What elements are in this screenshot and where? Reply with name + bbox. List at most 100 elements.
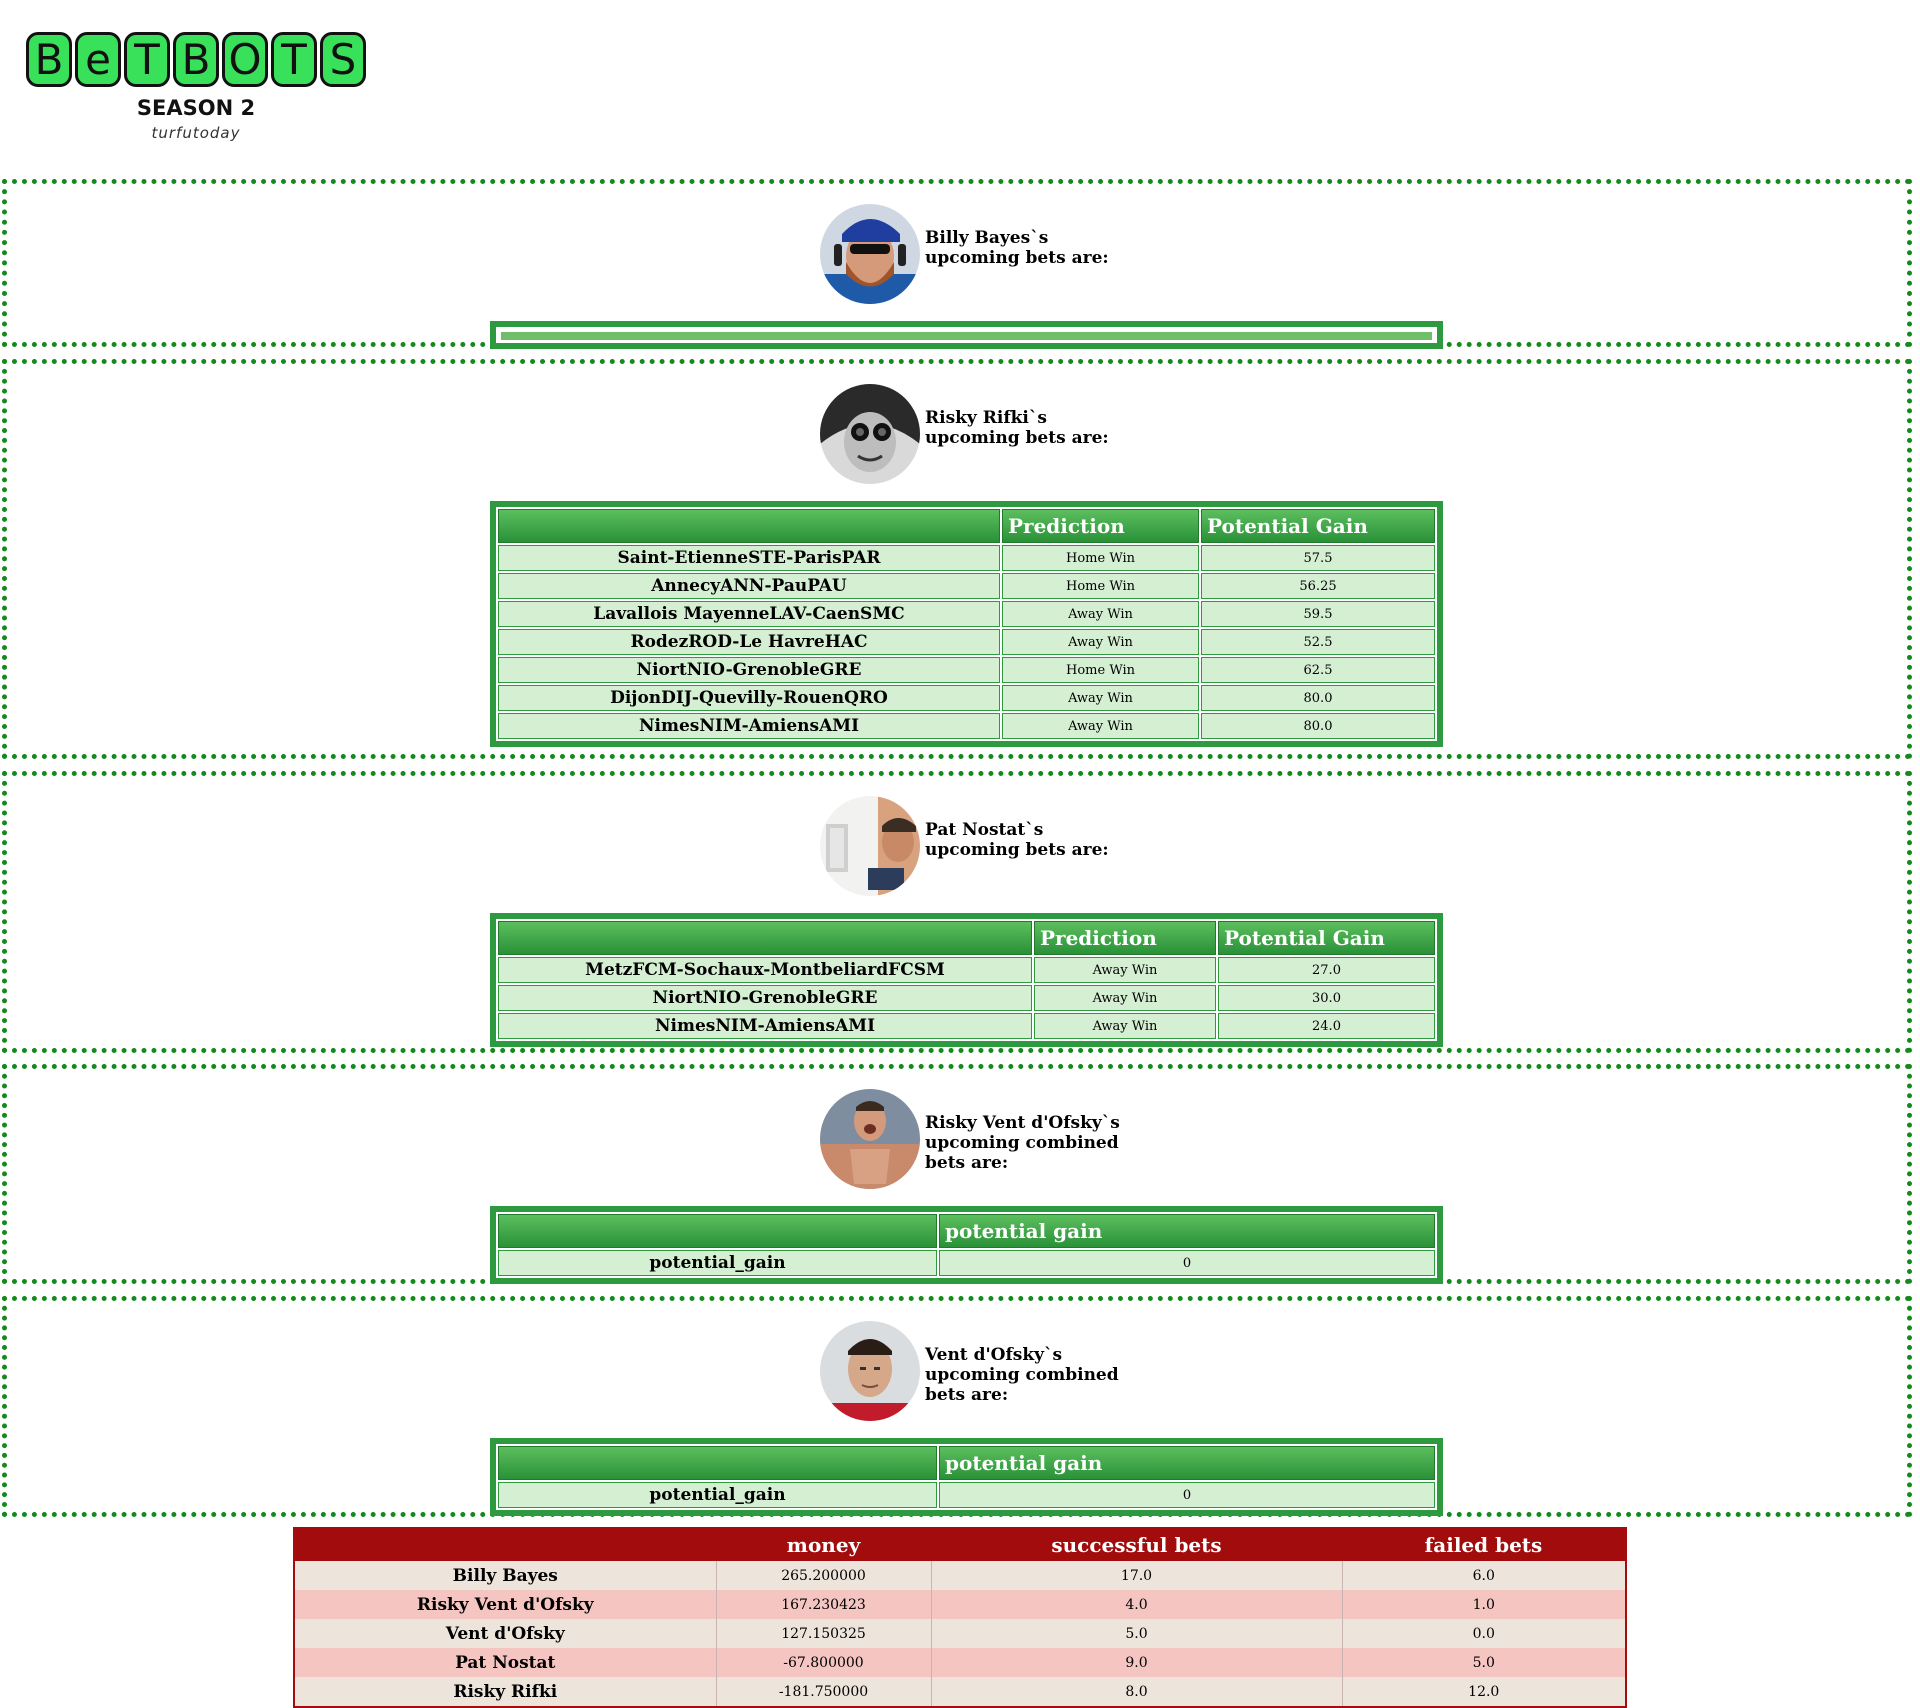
- table-row: RodezROD-Le HavreHAC Away Win 52.5: [498, 629, 1435, 655]
- gain-cell: 56.25: [1201, 573, 1435, 599]
- prediction-cell: Away Win: [1034, 957, 1216, 983]
- table-row: AnnecyANN-PauPAU Home Win 56.25: [498, 573, 1435, 599]
- table-row: MetzFCM-Sochaux-MontbeliardFCSM Away Win…: [498, 957, 1435, 983]
- leaderboard-row: Risky Rifki -181.750000 8.0 12.0: [295, 1677, 1625, 1706]
- money-cell: 265.200000: [715, 1561, 931, 1590]
- match-cell: DijonDIJ-Quevilly-RouenQRO: [498, 685, 1000, 711]
- money-cell: 167.230423: [715, 1590, 931, 1619]
- bot-avatar: [820, 204, 920, 304]
- match-cell: RodezROD-Le HavreHAC: [498, 629, 1000, 655]
- leaderboard-row: Risky Vent d'Ofsky 167.230423 4.0 1.0: [295, 1590, 1625, 1619]
- gain-cell: 80.0: [1201, 713, 1435, 739]
- bot-heading: Vent d'Ofsky`s upcoming combined bets ar…: [925, 1345, 1119, 1405]
- column-header-match: [498, 509, 1000, 543]
- successful-bets-cell: 17.0: [930, 1561, 1342, 1590]
- column-header-successful-bets: successful bets: [931, 1529, 1342, 1561]
- table-row: NiortNIO-GrenobleGRE Away Win 30.0: [498, 985, 1435, 1011]
- match-cell: NimesNIM-AmiensAMI: [498, 713, 1000, 739]
- prediction-cell: Home Win: [1002, 573, 1199, 599]
- bot-heading: Pat Nostat`s upcoming bets are:: [925, 820, 1109, 860]
- bot-section-risky-vent-dofsky: Risky Vent d'Ofsky`s upcoming combined b…: [2, 1064, 1912, 1284]
- logo-letter: B: [173, 32, 219, 87]
- gain-cell: 57.5: [1201, 545, 1435, 571]
- bot-avatar: [820, 1089, 920, 1189]
- column-header-potential-gain: Potential Gain: [1218, 921, 1435, 955]
- bets-table: Prediction Potential Gain Saint-EtienneS…: [490, 501, 1443, 747]
- leaderboard-row: Billy Bayes 265.200000 17.0 6.0: [295, 1561, 1625, 1590]
- gain-cell: 24.0: [1218, 1013, 1435, 1039]
- money-cell: -181.750000: [715, 1677, 931, 1706]
- column-header-potential-gain: Potential Gain: [1201, 509, 1435, 543]
- bets-table-grid: Prediction Potential Gain MetzFCM-Sochau…: [496, 919, 1437, 1041]
- bot-section-vent-dofsky: Vent d'Ofsky`s upcoming combined bets ar…: [2, 1296, 1912, 1517]
- avatar-image: [820, 204, 920, 304]
- column-header-label: [498, 1214, 937, 1248]
- match-cell: MetzFCM-Sochaux-MontbeliardFCSM: [498, 957, 1032, 983]
- table-row: potential_gain 0: [498, 1482, 1435, 1508]
- money-cell: -67.800000: [715, 1648, 931, 1677]
- logo-letters: B e T B O T S: [26, 32, 366, 87]
- table-row: Lavallois MayenneLAV-CaenSMC Away Win 59…: [498, 601, 1435, 627]
- prediction-cell: Away Win: [1034, 985, 1216, 1011]
- bot-heading: Risky Rifki`s upcoming bets are:: [925, 408, 1109, 448]
- bets-table: Prediction Potential Gain MetzFCM-Sochau…: [490, 913, 1443, 1047]
- prediction-cell: Away Win: [1002, 713, 1199, 739]
- column-header-failed-bets: failed bets: [1342, 1529, 1625, 1561]
- leaderboard-table: money successful bets failed bets Billy …: [295, 1529, 1625, 1706]
- logo-letter: S: [320, 32, 366, 87]
- bot-avatar: [820, 384, 920, 484]
- bot-name-cell: Vent d'Ofsky: [295, 1619, 716, 1648]
- avatar-image: [820, 1321, 920, 1421]
- column-header-prediction: Prediction: [1002, 509, 1199, 543]
- gain-cell: 52.5: [1201, 629, 1435, 655]
- label-cell: potential_gain: [498, 1482, 937, 1508]
- gain-cell: 80.0: [1201, 685, 1435, 711]
- failed-bets-cell: 1.0: [1341, 1590, 1625, 1619]
- money-cell: 127.150325: [715, 1619, 931, 1648]
- prediction-cell: Home Win: [1002, 545, 1199, 571]
- column-header-match: [498, 921, 1032, 955]
- leaderboard-header-row: money successful bets failed bets: [295, 1529, 1625, 1561]
- avatar-image: [820, 384, 920, 484]
- failed-bets-cell: 6.0: [1341, 1561, 1625, 1590]
- table-row: DijonDIJ-Quevilly-RouenQRO Away Win 80.0: [498, 685, 1435, 711]
- prediction-cell: Away Win: [1002, 629, 1199, 655]
- bets-table: potential gain potential_gain 0: [490, 1206, 1443, 1284]
- match-cell: NiortNIO-GrenobleGRE: [498, 985, 1032, 1011]
- bot-heading: Risky Vent d'Ofsky`s upcoming combined b…: [925, 1113, 1120, 1173]
- successful-bets-cell: 9.0: [930, 1648, 1342, 1677]
- bot-name-cell: Pat Nostat: [295, 1648, 716, 1677]
- logo-letter: B: [26, 32, 72, 87]
- bets-table-grid: potential gain potential_gain 0: [496, 1444, 1437, 1510]
- table-row: potential_gain 0: [498, 1250, 1435, 1276]
- bot-avatar: [820, 1321, 920, 1421]
- leaderboard-row: Vent d'Ofsky 127.150325 5.0 0.0: [295, 1619, 1625, 1648]
- bot-name-cell: Risky Vent d'Ofsky: [295, 1590, 716, 1619]
- gain-cell: 62.5: [1201, 657, 1435, 683]
- table-row: NimesNIM-AmiensAMI Away Win 24.0: [498, 1013, 1435, 1039]
- table-row: NiortNIO-GrenobleGRE Home Win 62.5: [498, 657, 1435, 683]
- gain-cell: 0: [939, 1482, 1435, 1508]
- successful-bets-cell: 4.0: [930, 1590, 1342, 1619]
- column-header-prediction: Prediction: [1034, 921, 1216, 955]
- logo-letter: T: [271, 32, 317, 87]
- bets-table-empty: [490, 321, 1443, 349]
- bot-section-billy-bayes: Billy Bayes`s upcoming bets are:: [2, 179, 1912, 349]
- gain-cell: 0: [939, 1250, 1435, 1276]
- label-cell: potential_gain: [498, 1250, 937, 1276]
- table-header-row: Prediction Potential Gain: [498, 921, 1435, 955]
- gain-cell: 30.0: [1218, 985, 1435, 1011]
- empty-table-bar: [500, 331, 1433, 341]
- leaderboard: money successful bets failed bets Billy …: [293, 1527, 1627, 1708]
- table-header-row: Prediction Potential Gain: [498, 509, 1435, 543]
- avatar-image: [820, 796, 920, 896]
- logo-season: SEASON 2: [136, 96, 256, 120]
- table-header-row: potential gain: [498, 1446, 1435, 1480]
- gain-cell: 59.5: [1201, 601, 1435, 627]
- logo-letter: O: [222, 32, 268, 87]
- match-cell: NimesNIM-AmiensAMI: [498, 1013, 1032, 1039]
- prediction-cell: Away Win: [1002, 601, 1199, 627]
- prediction-cell: Home Win: [1002, 657, 1199, 683]
- column-header-bot: [295, 1529, 716, 1561]
- bets-table: potential gain potential_gain 0: [490, 1438, 1443, 1516]
